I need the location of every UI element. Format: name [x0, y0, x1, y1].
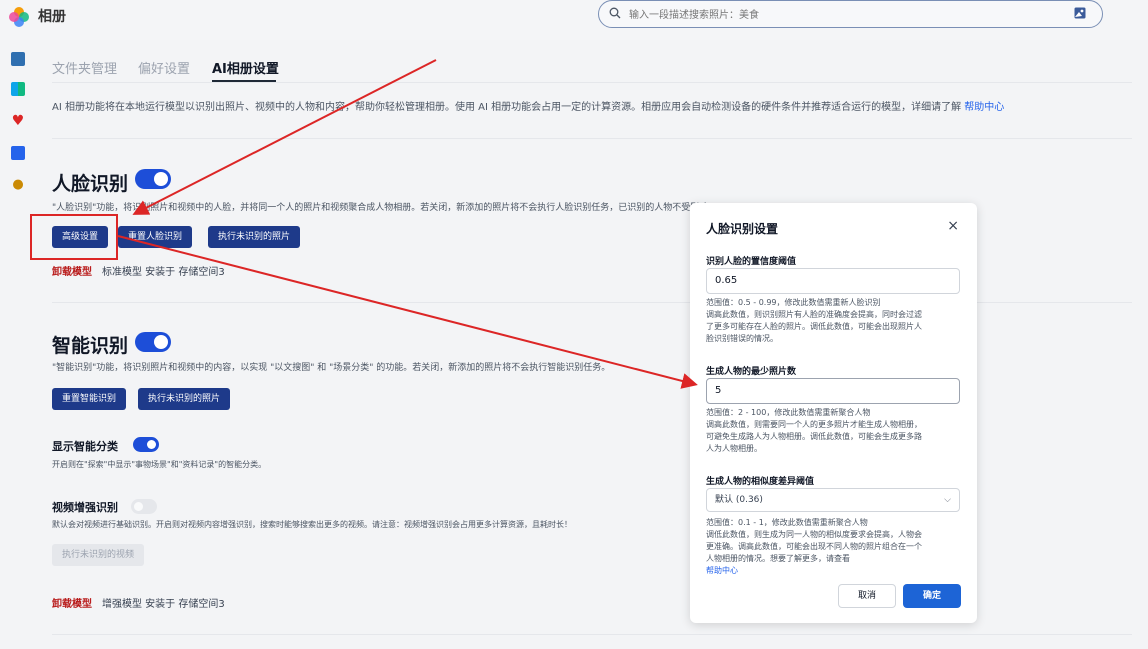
face-settings-dialog: 人脸识别设置 × 识别人脸的置信度阈值 0.65 范围值：0.5 - 0.99，… [690, 203, 977, 623]
similarity-select[interactable]: 默认 (0.36) ⌵ [706, 488, 960, 512]
people-icon[interactable]: ● [11, 178, 25, 192]
show-category-title: 显示智能分类 [52, 440, 118, 453]
app-logo-icon [9, 7, 29, 27]
min-photos-label: 生成人物的最少照片数 [706, 367, 797, 377]
photos-icon[interactable] [11, 52, 25, 66]
similarity-hint: 范围值：0.1 - 1，修改此数值需重新聚合人物 调低此数值，则生成为同一人物的… [706, 518, 922, 575]
left-rail: ♥ ● [0, 40, 38, 649]
face-model-line: 卸载模型 标准模型 安装于 存储空间3 [52, 263, 225, 278]
search-input[interactable] [627, 1, 1051, 29]
min-photos-input[interactable]: 5 [706, 378, 960, 404]
top-bar: 相册 [0, 0, 1148, 40]
tabs-divider [52, 82, 1132, 83]
confidence-input[interactable]: 0.65 [706, 268, 960, 294]
reset-smart-recognition-button[interactable]: 重置智能识别 [52, 388, 127, 410]
video-section-title: 视频增强识别 [52, 501, 118, 514]
tab-folder-management[interactable]: 文件夹管理 [52, 58, 117, 77]
confirm-button[interactable]: 确定 [903, 584, 961, 608]
bottom-divider [52, 634, 1132, 635]
similarity-label: 生成人物的相似度差异阈值 [706, 477, 815, 487]
app-title: 相册 [38, 9, 66, 25]
face-toggle[interactable] [135, 169, 171, 189]
run-unrecognized-video-button[interactable]: 执行未识别的视频 [52, 544, 145, 566]
intro-divider [52, 138, 1132, 139]
cancel-button[interactable]: 取消 [838, 584, 896, 608]
show-category-description: 开启则在"探索"中显示"事物场景"和"资料记录"的智能分类。 [52, 460, 267, 469]
intro-text: AI 相册功能将在本地运行模型以识别出照片、视频中的人物和内容，帮助你轻松管理相… [52, 102, 965, 113]
show-category-toggle[interactable] [133, 437, 159, 452]
face-section-title: 人脸识别 [52, 173, 129, 195]
dialog-help-center-link[interactable]: 帮助中心 [706, 566, 738, 575]
confidence-label: 识别人脸的置信度阈值 [706, 257, 797, 267]
uninstall-face-model-link[interactable]: 卸载模型 [52, 267, 92, 278]
similarity-selected-value: 默认 (0.36) [715, 495, 763, 505]
face-model-info: 标准模型 安装于 存储空间3 [102, 267, 225, 278]
close-icon[interactable]: × [947, 218, 959, 234]
smart-toggle[interactable] [135, 332, 171, 352]
dialog-title: 人脸识别设置 [706, 222, 779, 236]
tab-ai-album-settings[interactable]: AI相册设置 [212, 58, 279, 77]
reset-face-recognition-button[interactable]: 重置人脸识别 [118, 226, 193, 248]
main-content: 文件夹管理 偏好设置 AI相册设置 AI 相册功能将在本地运行模型以识别出照片、… [38, 40, 1148, 649]
smart-description: "智能识别"功能，将识别照片和视频中的内容，以实现 "以文搜图" 和 "场景分类… [52, 363, 611, 373]
image-search-icon[interactable] [1074, 7, 1086, 19]
explore-icon[interactable] [11, 146, 25, 160]
video-model-line: 卸载模型 增强模型 安装于 存储空间3 [52, 595, 225, 610]
run-unrecognized-photos-button[interactable]: 执行未识别的照片 [208, 226, 301, 248]
chevron-down-icon: ⌵ [944, 495, 951, 505]
min-photos-hint: 范围值：2 - 100，修改此数值需重新聚合人物 调高此数值，则需要同一个人的更… [706, 408, 922, 453]
confidence-hint: 范围值：0.5 - 0.99，修改此数值需重新人脸识别 调高此数值，则识别照片有… [706, 298, 922, 343]
uninstall-video-model-link[interactable]: 卸载模型 [52, 599, 92, 610]
search-bar[interactable] [598, 0, 1103, 29]
video-model-info: 增强模型 安装于 存储空间3 [102, 599, 225, 610]
annotation-highlight-box [30, 214, 118, 260]
video-description: 默认会对视频进行基础识别。开启则对视频内容增强识别，搜索时能够搜索出更多的视频。… [52, 520, 572, 529]
search-icon [609, 7, 621, 19]
albums-icon[interactable] [11, 82, 25, 96]
run-unrecognized-smart-button[interactable]: 执行未识别的照片 [138, 388, 231, 410]
video-toggle[interactable] [131, 499, 157, 514]
help-center-link[interactable]: 帮助中心 [964, 102, 1004, 113]
tab-preferences[interactable]: 偏好设置 [138, 58, 190, 77]
favorites-heart-icon[interactable]: ♥ [11, 114, 25, 128]
smart-section-title: 智能识别 [52, 335, 129, 357]
face-description: "人脸识别"功能，将识别照片和视频中的人脸，并将同一个人的照片和视频聚合成人物相… [52, 203, 718, 213]
ai-intro: AI 相册功能将在本地运行模型以识别出照片、视频中的人物和内容，帮助你轻松管理相… [52, 98, 1004, 113]
